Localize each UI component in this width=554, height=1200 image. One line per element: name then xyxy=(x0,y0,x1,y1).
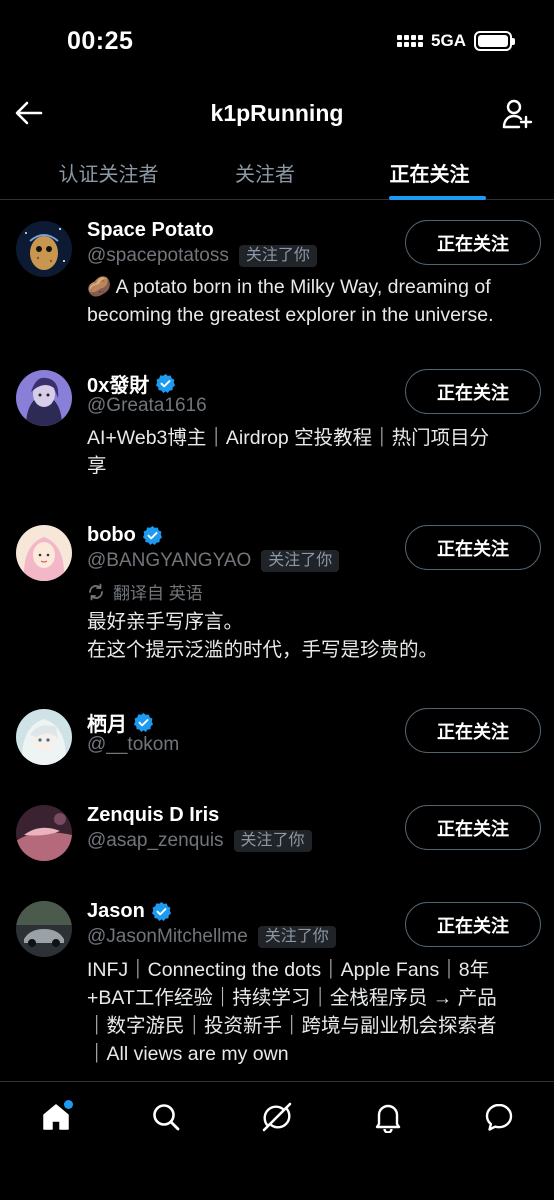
list-item[interactable]: Space Potato @spacepotatoss 关注了你 🥔 A pot… xyxy=(0,200,554,350)
handle[interactable]: @asap_zenquis xyxy=(87,830,224,852)
follows-you-badge: 关注了你 xyxy=(238,245,317,267)
nav-grok[interactable] xyxy=(257,1097,297,1137)
nav-messages[interactable] xyxy=(479,1097,519,1137)
tab-verified-followers[interactable]: 认证关注者 xyxy=(0,146,195,199)
name-row: 0x發財 xyxy=(87,369,176,398)
handle-row: @BANGYANGYAO 关注了你 xyxy=(87,550,340,572)
tab-label: 正在关注 xyxy=(389,164,470,186)
battery-icon xyxy=(474,31,515,51)
nav-home[interactable] xyxy=(36,1097,76,1137)
follows-you-badge: 关注了你 xyxy=(233,830,312,852)
status-indicators: 5GA xyxy=(397,31,515,51)
notification-dot xyxy=(64,1100,73,1109)
handle[interactable]: @JasonMitchellme xyxy=(87,926,248,948)
verified-badge-icon xyxy=(151,901,171,922)
following-button[interactable]: 正在关注 xyxy=(405,805,541,850)
verified-badge-icon xyxy=(156,373,176,394)
display-name[interactable]: 0x發財 xyxy=(87,369,149,398)
following-button[interactable]: 正在关注 xyxy=(405,525,541,570)
handle-row: @JasonMitchellme 关注了你 xyxy=(87,926,336,948)
bio: AI+Web3博主｜Airdrop 空投教程｜热门项目分 享 xyxy=(87,427,490,477)
translate-icon xyxy=(89,583,103,600)
translated-label: 翻译自 英语 xyxy=(113,584,203,603)
name-row: Zenquis D Iris xyxy=(87,804,219,827)
tab-followers[interactable]: 关注者 xyxy=(195,146,335,199)
handle-row: @asap_zenquis 关注了你 xyxy=(87,830,312,852)
page-title: k1pRunning xyxy=(210,100,344,126)
bottom-nav xyxy=(0,1081,554,1200)
list-item[interactable]: bobo @BANGYANGYAO 关注了你 翻译自 英语 最好亲手写序言。 在… xyxy=(0,506,554,690)
list-item[interactable]: Zenquis D Iris @asap_zenquis 关注了你 正在关注 xyxy=(0,786,554,882)
translated-note[interactable]: 翻译自 英语 xyxy=(87,579,203,604)
following-button[interactable]: 正在关注 xyxy=(405,220,541,265)
handle[interactable]: @spacepotatoss xyxy=(87,245,229,267)
handle[interactable]: @BANGYANGYAO xyxy=(87,550,251,572)
avatar[interactable] xyxy=(16,709,72,765)
network-label: 5GA xyxy=(431,31,466,50)
follow-tabs: 认证关注者 关注者 正在关注 xyxy=(0,146,554,200)
following-button[interactable]: 正在关注 xyxy=(405,902,541,947)
avatar[interactable] xyxy=(16,805,72,861)
verified-badge-icon xyxy=(133,712,154,733)
name-row: bobo xyxy=(87,524,163,547)
add-user-button[interactable] xyxy=(500,96,534,132)
bio: 最好亲手写序言。 在这个提示泛滥的时代，手写是珍贵的。 xyxy=(87,611,439,661)
top-header: k1pRunning xyxy=(0,84,554,146)
tab-label: 关注者 xyxy=(235,164,295,186)
nav-search[interactable] xyxy=(146,1097,186,1137)
avatar[interactable] xyxy=(16,901,72,957)
list-item[interactable]: 栖月 @__tokom 正在关注 xyxy=(0,690,554,786)
follows-you-badge: 关注了你 xyxy=(257,926,336,948)
following-button[interactable]: 正在关注 xyxy=(405,708,541,753)
handle[interactable]: @Greata1616 xyxy=(87,395,207,417)
tab-following[interactable]: 正在关注 xyxy=(335,146,554,200)
display-name[interactable]: 栖月 xyxy=(87,708,127,737)
handle-row: @__tokom xyxy=(87,734,179,756)
name-row: Space Potato xyxy=(87,219,214,242)
avatar[interactable] xyxy=(16,370,72,426)
list-item[interactable]: 0x發財 @Greata1616 AI+Web3博主｜Airdrop 空投教程｜… xyxy=(0,350,554,506)
verified-badge-icon xyxy=(142,525,162,546)
bio: INFJ｜Connecting the dots｜Apple Fans｜8年 +… xyxy=(87,959,497,1065)
display-name[interactable]: Jason xyxy=(87,900,145,923)
search-icon xyxy=(153,1104,180,1131)
avatar[interactable] xyxy=(16,525,72,581)
add-user-icon xyxy=(502,99,533,129)
display-name[interactable]: Zenquis D Iris xyxy=(87,804,219,827)
bell-icon xyxy=(375,1104,401,1133)
list-item[interactable]: Jason @JasonMitchellme 关注了你 INFJ｜Connect… xyxy=(0,882,554,1081)
bio: 🥔 A potato born in the Milky Way, dreami… xyxy=(87,276,494,326)
tab-label: 认证关注者 xyxy=(58,164,159,186)
display-name[interactable]: bobo xyxy=(87,524,136,547)
handle-row: @spacepotatoss 关注了你 xyxy=(87,245,317,267)
name-row: Jason xyxy=(87,900,172,923)
handle-row: @Greata1616 xyxy=(87,395,207,417)
status-time: 00:25 xyxy=(67,27,134,55)
name-row: 栖月 xyxy=(87,708,154,737)
follows-you-badge: 关注了你 xyxy=(261,550,340,572)
status-bar: 00:25 5GA xyxy=(0,0,554,84)
handle[interactable]: @__tokom xyxy=(87,734,179,756)
following-button[interactable]: 正在关注 xyxy=(405,369,541,414)
messages-icon xyxy=(485,1103,513,1131)
grok-icon xyxy=(262,1102,292,1132)
nav-notifications[interactable] xyxy=(368,1097,408,1137)
signal-icon xyxy=(397,35,424,47)
display-name[interactable]: Space Potato xyxy=(87,219,214,242)
avatar[interactable] xyxy=(16,221,72,277)
